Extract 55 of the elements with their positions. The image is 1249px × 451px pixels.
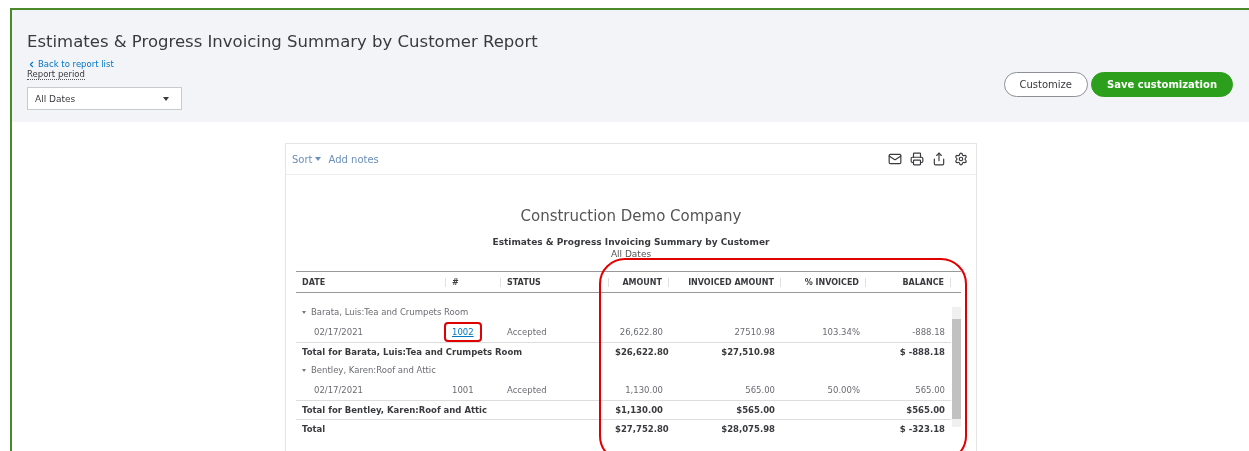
settings-icon[interactable] [954,152,968,166]
export-icon[interactable] [932,152,946,166]
table-cell-text: -888.18 [911,326,946,337]
report-period-dropdown[interactable]: All Dates [27,87,182,110]
column-header[interactable]: STATUS [501,277,609,287]
column-header[interactable]: BALANCE [866,277,951,287]
table-cell-text: 26,622.80 [618,326,664,337]
back-link[interactable]: Back to report list [27,59,538,69]
column-header[interactable]: INVOICED AMOUNT [669,277,781,287]
collapse-triangle-icon[interactable] [302,368,306,372]
total-cell-text: $ -323.18 [898,424,946,434]
total-label: Total for Bentley, Karen:Roof and Attic [301,405,489,415]
table-cell-text: 1001 [451,383,475,397]
total-cell-text: $565.00 [735,405,776,415]
total-cell-text: $28,075.98 [720,424,776,434]
company-name: Construction Demo Company [519,207,743,225]
total-cell-text: $26,622.80 [614,347,669,357]
customize-button[interactable]: Customize [1003,72,1088,97]
caret-icon [314,157,321,161]
report-heading: Estimates & Progress Invoicing Summary by Customer [491,237,771,247]
table-cell-text: 1,130.00 [624,384,664,395]
table-cell-text: 565.00 [914,384,946,395]
scrollbar[interactable] [952,307,961,427]
table-cell-text: 02/17/2021 [313,326,364,337]
total-cell-text: $ -888.18 [898,347,946,357]
group-label: Barata, Luis:Tea and Crumpets Room [311,307,469,317]
total-cell-text: $1,130.00 [614,405,664,415]
table-cell-text: 27510.98 [733,326,776,337]
table-cell-text: 565.00 [744,384,776,395]
total-cell-text: $565.00 [905,405,946,415]
report-period: All Dates [609,249,653,259]
column-header[interactable]: DATE [296,277,446,287]
caret-icon [163,96,169,101]
table-cell-text: 50.00% [826,384,861,395]
total-label: Total for Barata, Luis:Tea and Crumpets Room [301,347,524,357]
estimate-number-link[interactable]: 1002 [444,321,482,342]
group-label: Bentley, Karen:Roof and Attic [311,365,436,375]
print-icon[interactable] [910,152,924,166]
report-title: Estimates & Progress Invoicing Summary by Customer Report [27,32,538,51]
column-header[interactable]: AMOUNT [609,277,669,287]
column-header[interactable]: % INVOICED [781,277,866,287]
add-notes-link[interactable]: Add notes [328,153,379,165]
total-cell-text: $27,510.98 [720,347,776,357]
report-period-label: Report period [27,69,85,80]
mail-icon[interactable] [888,152,902,166]
sort-link[interactable]: Sort [292,153,321,165]
table-cell-text: 103.34% [821,326,861,337]
column-header[interactable]: # [446,277,501,287]
table-cell-text: Accepted [506,326,548,337]
table-cell-text: Accepted [506,384,548,395]
total-cell-text: $27,752.80 [614,424,669,434]
grand-total-label: Total [301,424,327,434]
chevron-left-icon [27,59,36,69]
collapse-triangle-icon[interactable] [302,310,306,314]
table-cell-text: 02/17/2021 [313,384,364,395]
